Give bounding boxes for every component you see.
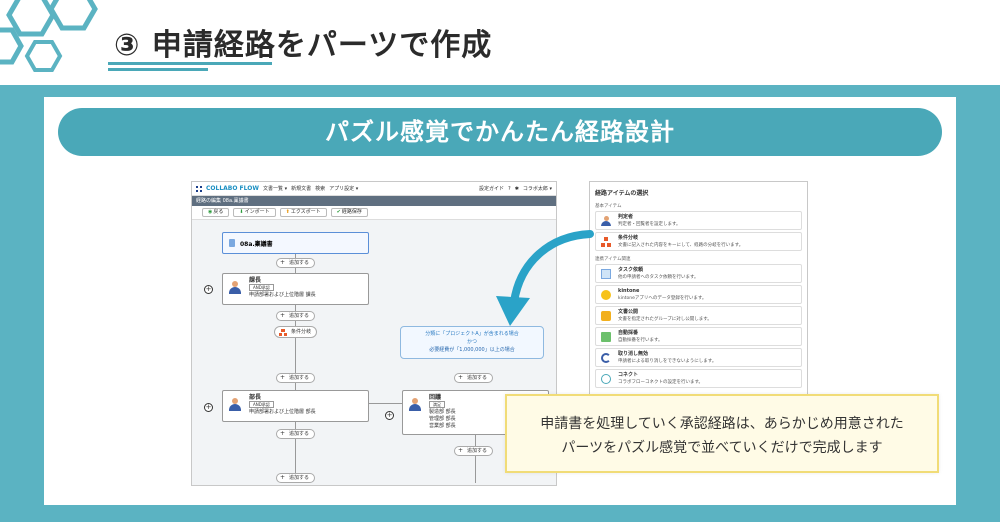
help-icon[interactable]: ? bbox=[508, 186, 511, 192]
title-underline-short bbox=[108, 68, 208, 71]
back-button[interactable]: ◉戻る bbox=[202, 208, 230, 217]
editor-toolbar: ◉戻る ⬇インポート ⬆エクスポート ✔経路保存 bbox=[192, 206, 556, 220]
palette-item-cancel-disable[interactable]: 取り消し無効 申請者による取り消しをできないようにします。 bbox=[595, 348, 802, 367]
insert-parallel-icon[interactable]: + bbox=[204, 403, 213, 412]
import-icon: ⬇ bbox=[239, 209, 244, 215]
palette-item-auto-number[interactable]: 自動採番 自動採番を行います。 bbox=[595, 327, 802, 346]
nav-search[interactable]: 検索 bbox=[315, 185, 325, 192]
user-menu[interactable]: コラボ太郎 ▾ bbox=[523, 185, 552, 192]
branch-icon bbox=[279, 329, 287, 336]
app-header: COLLABO FLOW 文書一覧 ▾ 新規文書 検索 アプリ設定 ▾ 設定ガイ… bbox=[192, 182, 556, 196]
person-icon bbox=[229, 398, 241, 412]
app-logo: COLLABO FLOW bbox=[206, 185, 259, 192]
breadcrumb: 経路の編集 08a.稟議書 bbox=[192, 196, 556, 206]
palette-item-approver[interactable]: 判定者 判定者・回覧者を設定します。 bbox=[595, 211, 802, 230]
insert-parallel-icon[interactable]: + bbox=[204, 285, 213, 294]
palette-item-kintone[interactable]: kintone kintoneアプリへのデータ登録を行います。 bbox=[595, 285, 802, 304]
condition-branch-node[interactable]: 条件分岐 bbox=[274, 326, 318, 338]
person-icon bbox=[409, 398, 421, 412]
approver-step-card[interactable]: 課長 AND承認 申請部署および上位階層 課長 bbox=[222, 273, 369, 305]
document-node[interactable]: 08a.稟議書 bbox=[222, 232, 369, 254]
explanation-note: 申請書を処理していく承認経路は、あらかじめ用意された パーツをパズル感覚で並べて… bbox=[505, 394, 939, 473]
connect-icon bbox=[601, 374, 611, 384]
import-button[interactable]: ⬇インポート bbox=[233, 208, 276, 217]
task-icon bbox=[601, 269, 611, 279]
undo-icon bbox=[601, 353, 611, 363]
export-icon: ⬆ bbox=[285, 209, 290, 215]
add-step-button[interactable]: 追加する bbox=[276, 429, 316, 439]
add-step-button[interactable]: 追加する bbox=[454, 373, 494, 383]
curved-arrow-icon bbox=[496, 230, 594, 326]
add-step-button[interactable]: 追加する bbox=[454, 446, 494, 456]
lock-icon bbox=[601, 311, 611, 321]
check-icon: ✔ bbox=[336, 209, 341, 215]
palette-section-basic: 基本アイテム bbox=[595, 204, 622, 209]
slide-title: ③ 申請経路をパーツで作成 bbox=[114, 28, 493, 63]
palette-section-advanced: 連携アイテム関連 bbox=[595, 257, 631, 262]
add-step-button[interactable]: 追加する bbox=[276, 373, 316, 383]
palette-item-condition-branch[interactable]: 条件分岐 文書に記入された内容をキーにして、経路の分岐を行います。 bbox=[595, 232, 802, 251]
app-grid-icon[interactable] bbox=[196, 185, 202, 192]
palette-title: 経路アイテムの選択 bbox=[595, 190, 649, 197]
add-step-button[interactable]: 追加する bbox=[276, 473, 316, 483]
person-icon bbox=[601, 216, 611, 226]
gear-icon[interactable]: ✱ bbox=[515, 186, 519, 192]
insert-parallel-icon[interactable]: + bbox=[385, 411, 394, 420]
nav-new-document[interactable]: 新規文書 bbox=[291, 185, 311, 192]
person-icon bbox=[229, 281, 241, 295]
setup-guide-link[interactable]: 設定ガイド bbox=[479, 185, 504, 192]
palette-item-task-request[interactable]: タスク依頼 他の申請者へのタスク依頼を行います。 bbox=[595, 264, 802, 283]
banner-pill: パズル感覚でかんたん経路設計 bbox=[58, 108, 942, 156]
kintone-icon bbox=[601, 290, 611, 300]
approver-step-card[interactable]: 部長 AND承認 申請部署および上位階層 部長 bbox=[222, 390, 369, 422]
title-underline bbox=[108, 62, 272, 65]
nav-documents[interactable]: 文書一覧 ▾ bbox=[263, 185, 287, 192]
add-step-button[interactable]: 追加する bbox=[276, 258, 316, 268]
export-button[interactable]: ⬆エクスポート bbox=[279, 208, 327, 217]
document-icon bbox=[229, 239, 235, 247]
nav-app-settings[interactable]: アプリ設定 ▾ bbox=[329, 185, 358, 192]
branch-icon bbox=[601, 237, 611, 247]
back-icon: ◉ bbox=[208, 209, 213, 215]
add-step-button[interactable]: 追加する bbox=[276, 311, 316, 321]
hexagon-decoration bbox=[0, 0, 98, 72]
save-route-button[interactable]: ✔経路保存 bbox=[330, 208, 368, 217]
auto-number-icon bbox=[601, 332, 611, 342]
route-item-palette: 経路アイテムの選択 基本アイテム 判定者 判定者・回覧者を設定します。 条件分岐… bbox=[589, 181, 808, 397]
palette-item-document-publish[interactable]: 文書公開 文書を指定されたグループに対し公開します。 bbox=[595, 306, 802, 325]
palette-item-connect[interactable]: コネクト コラボフローコネクトの設定を行います。 bbox=[595, 369, 802, 388]
